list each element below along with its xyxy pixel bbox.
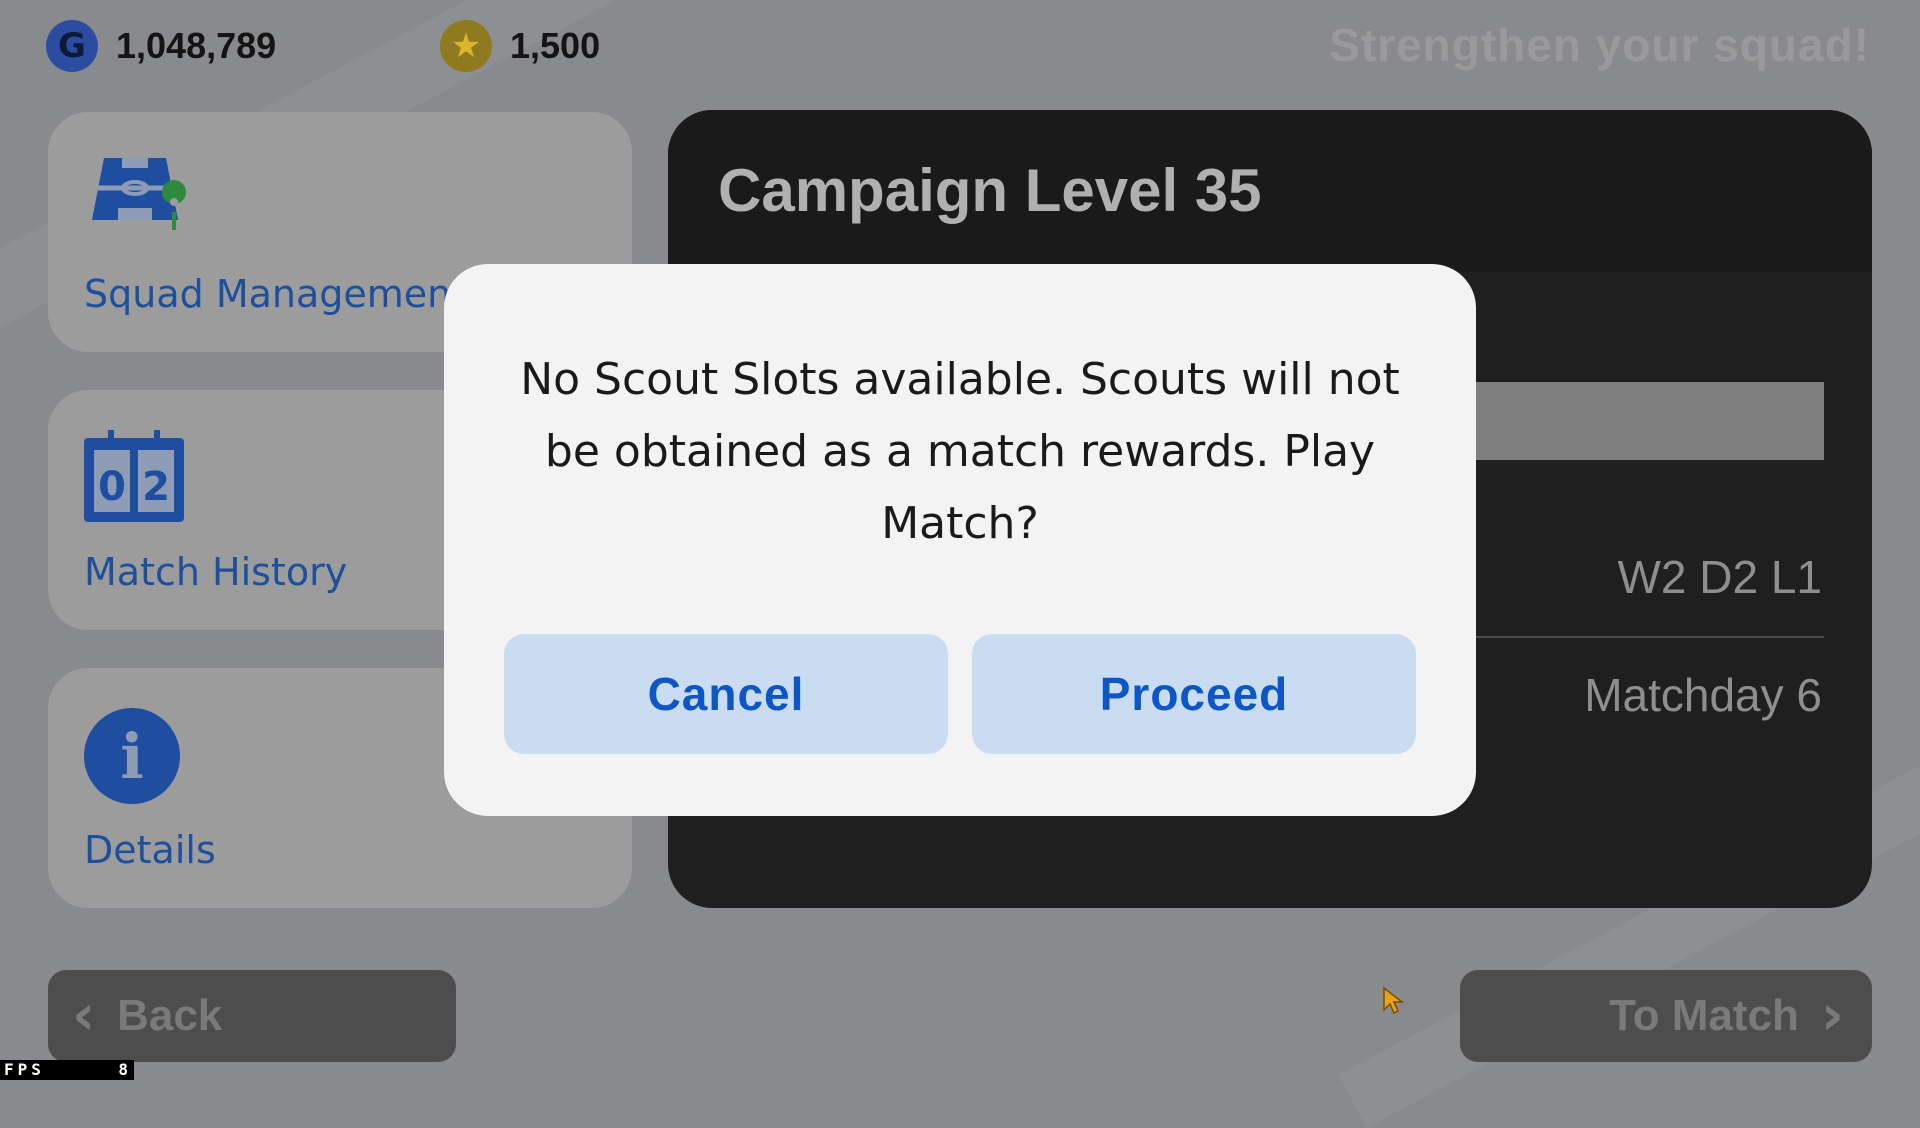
- proceed-button[interactable]: Proceed: [972, 634, 1416, 754]
- score-left: 0: [98, 464, 126, 510]
- pitch-icon: [92, 158, 187, 230]
- dialog-message: No Scout Slots available. Scouts will no…: [520, 354, 1400, 549]
- details-label: Details: [84, 828, 216, 872]
- fps-counter: FPS 8: [0, 1060, 134, 1080]
- back-label: Back: [117, 991, 223, 1040]
- cancel-label: Cancel: [647, 668, 805, 720]
- info-glyph: i: [120, 720, 144, 793]
- back-button[interactable]: ‹ Back: [48, 970, 456, 1062]
- panel-divider: [1428, 636, 1824, 638]
- to-match-button[interactable]: To Match ›: [1460, 970, 1872, 1062]
- score-right: 2: [142, 464, 170, 510]
- campaign-record: W2 D2 L1: [1617, 551, 1822, 603]
- gp-amount: 1,048,789: [116, 25, 277, 66]
- fps-label: FPS: [4, 1060, 45, 1079]
- chevron-right-icon: ›: [1820, 983, 1844, 1048]
- to-match-label: To Match: [1609, 991, 1799, 1040]
- match-history-label: Match History: [84, 550, 348, 594]
- squad-management-label: Squad Management: [84, 272, 467, 316]
- fps-value: 8: [118, 1060, 128, 1079]
- cancel-button[interactable]: Cancel: [504, 634, 948, 754]
- campaign-title: Campaign Level 35: [718, 157, 1262, 224]
- star-coin-icon: ★: [440, 20, 492, 72]
- campaign-matchday: Matchday 6: [1584, 669, 1822, 721]
- info-icon: i: [84, 708, 180, 804]
- g-coin-icon: G: [46, 20, 98, 72]
- chevron-left-icon: ‹: [72, 983, 96, 1048]
- gp-balance: G 1,048,789: [46, 20, 276, 72]
- mouse-cursor-icon: [1383, 986, 1404, 1014]
- top-hint: Strengthen your squad!: [1329, 19, 1870, 71]
- scoreboard-icon: 0 2: [84, 430, 184, 522]
- coin-balance: ★ 1,500: [440, 20, 600, 72]
- coin-amount: 1,500: [510, 25, 601, 66]
- scout-slots-dialog: No Scout Slots available. Scouts will no…: [444, 264, 1476, 816]
- proceed-label: Proceed: [1099, 668, 1289, 720]
